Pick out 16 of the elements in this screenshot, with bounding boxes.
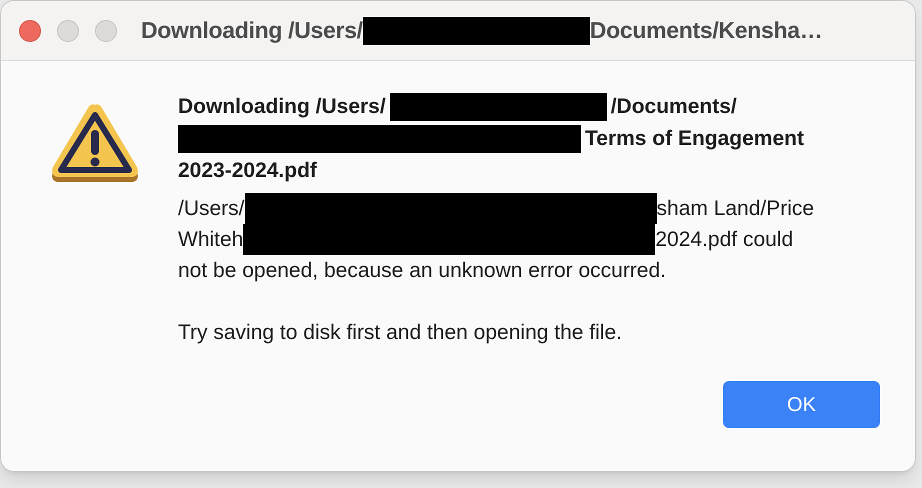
message-text: /Users/ bbox=[178, 196, 245, 222]
heading-text: 2023-2024.pdf bbox=[178, 158, 317, 184]
window-title: Downloading /Users/ bbox=[141, 16, 363, 46]
message-text: Whiteh bbox=[178, 227, 244, 253]
message-text: 2024.pdf could bbox=[655, 227, 794, 253]
message-text: sham Land/Price bbox=[656, 196, 814, 222]
close-button[interactable] bbox=[19, 20, 41, 42]
zoom-button[interactable] bbox=[95, 20, 117, 42]
hint-text: Try saving to disk first and then opening the file. bbox=[178, 320, 623, 346]
message-text: not be opened, because an unknown error occurred. bbox=[178, 258, 666, 284]
minimize-button[interactable] bbox=[57, 20, 79, 42]
window-title: Documents/Kensha… bbox=[590, 16, 822, 46]
heading-text: Downloading /Users/ bbox=[178, 94, 386, 120]
heading-text: /Documents/ bbox=[610, 94, 737, 120]
heading-text: Terms of Engagement bbox=[585, 126, 804, 152]
ok-button[interactable]: OK bbox=[723, 381, 880, 428]
